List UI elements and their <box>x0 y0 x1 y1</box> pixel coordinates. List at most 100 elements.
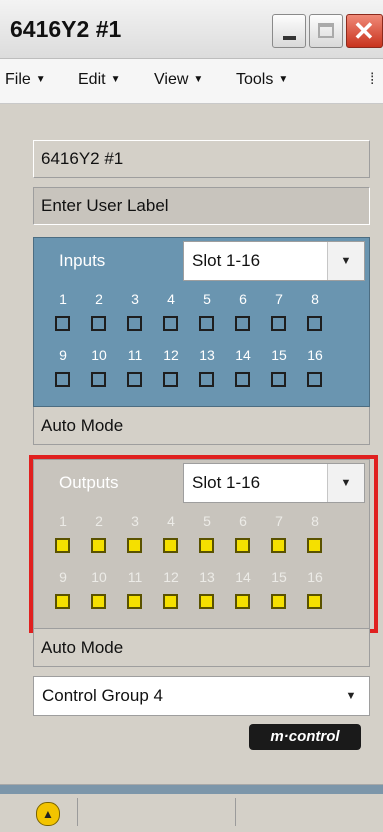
user-label-input[interactable]: Enter User Label <box>33 187 370 225</box>
input-number: 8 <box>311 291 319 307</box>
menu-edit[interactable]: Edit ▼ <box>78 71 120 89</box>
control-group-value: Control Group 4 <box>42 686 163 705</box>
inputs-slot-select[interactable]: Slot 1-16 ▼ <box>183 241 365 281</box>
input-indicator[interactable] <box>127 316 142 331</box>
input-number: 2 <box>95 291 103 307</box>
output-number: 6 <box>239 513 247 529</box>
output-number: 15 <box>271 569 287 585</box>
title-bar: 6416Y2 #1 ✕ <box>0 0 383 59</box>
control-group-select[interactable]: Control Group 4 ▼ <box>33 676 370 716</box>
output-indicator[interactable] <box>91 538 106 553</box>
output-indicator[interactable] <box>91 594 106 609</box>
input-number: 7 <box>275 291 283 307</box>
maximize-icon <box>318 23 334 38</box>
output-indicator[interactable] <box>199 594 214 609</box>
inputs-panel: Inputs Slot 1-16 ▼ 1 2 3 4 5 6 7 8 9 10 … <box>33 237 370 407</box>
output-indicator[interactable] <box>235 594 250 609</box>
output-number: 12 <box>163 569 179 585</box>
input-indicator[interactable] <box>271 316 286 331</box>
device-name-field: 6416Y2 #1 <box>33 140 370 178</box>
menu-tools[interactable]: Tools ▼ <box>236 71 288 89</box>
outputs-label: Outputs <box>59 473 119 492</box>
input-indicator[interactable] <box>127 372 142 387</box>
input-number: 12 <box>163 347 179 363</box>
status-band <box>0 785 383 794</box>
status-bar: ▲ <box>0 784 383 832</box>
chevron-down-icon[interactable]: ▼ <box>333 677 369 715</box>
menu-view[interactable]: View ▼ <box>154 71 203 89</box>
input-indicator[interactable] <box>271 372 286 387</box>
input-indicator[interactable] <box>307 316 322 331</box>
output-indicator[interactable] <box>127 594 142 609</box>
output-number: 11 <box>127 569 143 585</box>
output-number: 3 <box>131 513 139 529</box>
input-indicator[interactable] <box>307 372 322 387</box>
minimize-button[interactable] <box>272 14 306 48</box>
output-indicator[interactable] <box>307 538 322 553</box>
input-indicator[interactable] <box>55 316 70 331</box>
output-number: 9 <box>59 569 67 585</box>
close-button[interactable]: ✕ <box>346 14 383 48</box>
output-number: 1 <box>59 513 67 529</box>
output-number: 4 <box>167 513 175 529</box>
input-indicator[interactable] <box>55 372 70 387</box>
input-number: 4 <box>167 291 175 307</box>
input-indicator[interactable] <box>163 316 178 331</box>
input-number: 1 <box>59 291 67 307</box>
outputs-slot-select[interactable]: Slot 1-16 ▼ <box>183 463 365 503</box>
output-indicator[interactable] <box>271 538 286 553</box>
output-indicator[interactable] <box>199 538 214 553</box>
input-number: 10 <box>91 347 107 363</box>
status-up-icon[interactable]: ▲ <box>36 802 60 826</box>
window-title: 6416Y2 #1 <box>10 16 122 42</box>
output-number: 5 <box>203 513 211 529</box>
chevron-down-icon: ▼ <box>278 74 289 85</box>
outputs-panel: Outputs Slot 1-16 ▼ 1 2 3 4 5 6 7 8 9 10… <box>33 459 370 629</box>
inputs-slot-value: Slot 1-16 <box>192 251 261 270</box>
output-number: 13 <box>199 569 215 585</box>
status-separator <box>77 798 78 826</box>
output-number: 2 <box>95 513 103 529</box>
outputs-mode: Auto Mode <box>33 629 370 667</box>
output-indicator[interactable] <box>55 538 70 553</box>
output-number: 14 <box>235 569 251 585</box>
input-number: 16 <box>307 347 323 363</box>
inputs-label: Inputs <box>59 251 106 270</box>
chevron-down-icon[interactable]: ▼ <box>327 242 364 280</box>
input-number: 14 <box>235 347 251 363</box>
output-number: 16 <box>307 569 323 585</box>
input-indicator[interactable] <box>91 372 106 387</box>
input-indicator[interactable] <box>91 316 106 331</box>
input-indicator[interactable] <box>235 372 250 387</box>
chevron-down-icon[interactable]: ▼ <box>327 464 364 502</box>
output-number: 10 <box>91 569 107 585</box>
output-indicator[interactable] <box>55 594 70 609</box>
input-indicator[interactable] <box>199 316 214 331</box>
close-icon: ✕ <box>353 16 375 46</box>
input-indicator[interactable] <box>163 372 178 387</box>
m-control-logo: m·control <box>249 724 361 750</box>
chevron-down-icon: ▼ <box>110 74 121 85</box>
output-indicator[interactable] <box>127 538 142 553</box>
app-window: 6416Y2 #1 ✕ File ▼ Edit ▼ View ▼ Tools ▼ ⁞ 6… <box>0 0 383 832</box>
input-number: 9 <box>59 347 67 363</box>
menu-overflow-icon[interactable]: ⁞ <box>370 71 374 89</box>
output-indicator[interactable] <box>307 594 322 609</box>
inputs-mode: Auto Mode <box>33 407 370 445</box>
output-indicator[interactable] <box>163 594 178 609</box>
input-indicator[interactable] <box>235 316 250 331</box>
menu-file[interactable]: File ▼ <box>5 71 46 89</box>
maximize-button[interactable] <box>309 14 343 48</box>
input-number: 11 <box>127 347 143 363</box>
output-number: 7 <box>275 513 283 529</box>
input-number: 5 <box>203 291 211 307</box>
output-indicator[interactable] <box>163 538 178 553</box>
input-number: 15 <box>271 347 287 363</box>
output-indicator[interactable] <box>271 594 286 609</box>
menu-bar: File ▼ Edit ▼ View ▼ Tools ▼ ⁞ <box>0 59 383 104</box>
input-indicator[interactable] <box>199 372 214 387</box>
input-number: 3 <box>131 291 139 307</box>
input-number: 6 <box>239 291 247 307</box>
output-indicator[interactable] <box>235 538 250 553</box>
chevron-down-icon: ▼ <box>35 74 46 85</box>
